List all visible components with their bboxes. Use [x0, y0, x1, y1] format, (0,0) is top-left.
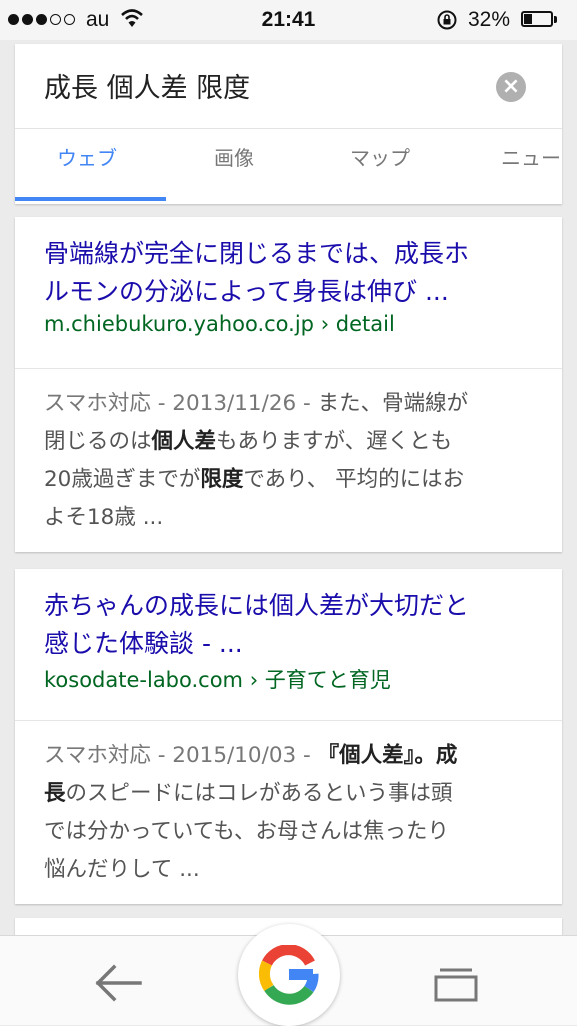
rotation-lock-icon: [437, 10, 457, 30]
back-arrow-icon[interactable]: [92, 961, 144, 1005]
tab-web[interactable]: ウェブ: [57, 142, 117, 171]
result-divider: [15, 368, 562, 369]
tab-images[interactable]: 画像: [214, 142, 254, 171]
google-search-button[interactable]: [238, 924, 340, 1026]
result-title-link[interactable]: 骨端線が完全に閉じるまでは、成長ホ ルモンの分泌によって身長は伸び ...: [44, 235, 544, 311]
result-snippet: スマホ対応 - 2013/11/26 - また、骨端線が 閉じるのは個人差もあり…: [44, 385, 544, 537]
search-card: 成長 個人差 限度 × ウェブ 画像 マップ ニュー: [15, 44, 562, 204]
snippet-highlight: 長: [44, 781, 66, 806]
tab-maps[interactable]: マップ: [350, 142, 410, 171]
result-title-line: 骨端線が完全に閉じるまでは、成長ホ: [44, 239, 470, 268]
google-g-icon: [259, 945, 319, 1005]
result-url[interactable]: kosodate-labo.com › 子育てと育児: [44, 664, 391, 694]
snippet-text: 20歳過ぎまでが: [44, 467, 201, 492]
result-title-line: 赤ちゃんの成長には個人差が大切だと: [44, 591, 470, 620]
bottom-nav-bar: [0, 924, 577, 1026]
result-domain: m.chiebukuro.yahoo.co.jp: [44, 312, 315, 336]
battery-icon: [521, 11, 553, 27]
result-breadcrumb: › detail: [314, 312, 395, 336]
result-meta: スマホ対応 - 2015/10/03 -: [44, 743, 318, 768]
result-breadcrumb: › 子育てと育児: [243, 668, 391, 692]
clear-search-button[interactable]: ×: [496, 72, 526, 102]
snippet-text: 閉じるのは: [44, 429, 152, 454]
result-title-link[interactable]: 赤ちゃんの成長には個人差が大切だと 感じた体験談 - ...: [44, 587, 544, 663]
snippet-text: では分かっていても、お母さんは焦ったり: [44, 819, 450, 844]
result-url[interactable]: m.chiebukuro.yahoo.co.jp › detail: [44, 312, 395, 336]
snippet-text: であり、 平均的にはお: [243, 467, 465, 492]
result-card: 骨端線が完全に閉じるまでは、成長ホ ルモンの分泌によって身長は伸び ... m.…: [15, 217, 562, 552]
snippet-highlight: 個人差: [151, 429, 217, 454]
result-title-line: ルモンの分泌によって身長は伸び ...: [44, 277, 449, 306]
tabs-icon[interactable]: [433, 964, 479, 1004]
result-snippet: スマホ対応 - 2015/10/03 - 『個人差』。成 長のスピードにはコレが…: [44, 737, 544, 889]
status-bar: au 21:41 32%: [0, 0, 577, 40]
snippet-highlight: 『個人差』。成: [317, 743, 458, 768]
snippet-text: のスピードにはコレがあるという事は頭: [65, 781, 453, 806]
result-card: 赤ちゃんの成長には個人差が大切だと 感じた体験談 - ... kosodate-…: [15, 569, 562, 904]
snippet-text: また、骨端線が: [317, 391, 469, 416]
snippet-text: 悩んだりして ...: [44, 857, 200, 882]
snippet-text: よそ18歳 ...: [44, 505, 164, 530]
clear-circle-icon: ×: [501, 74, 521, 99]
active-tab-indicator: [15, 197, 166, 201]
snippet-highlight: 限度: [200, 467, 244, 492]
result-meta: スマホ対応 - 2013/11/26 -: [44, 391, 318, 416]
tab-news[interactable]: ニュー: [501, 142, 562, 171]
search-input[interactable]: 成長 個人差 限度: [44, 66, 250, 105]
result-domain: kosodate-labo.com: [44, 668, 244, 692]
result-divider: [15, 720, 562, 721]
result-title-line: 感じた体験談 - ...: [44, 629, 243, 658]
battery-percentage: 32%: [468, 8, 511, 31]
snippet-text: もありますが、遅くとも: [216, 429, 453, 454]
search-divider: [15, 128, 562, 129]
battery-level: [524, 14, 532, 24]
battery-tip: [554, 16, 557, 23]
